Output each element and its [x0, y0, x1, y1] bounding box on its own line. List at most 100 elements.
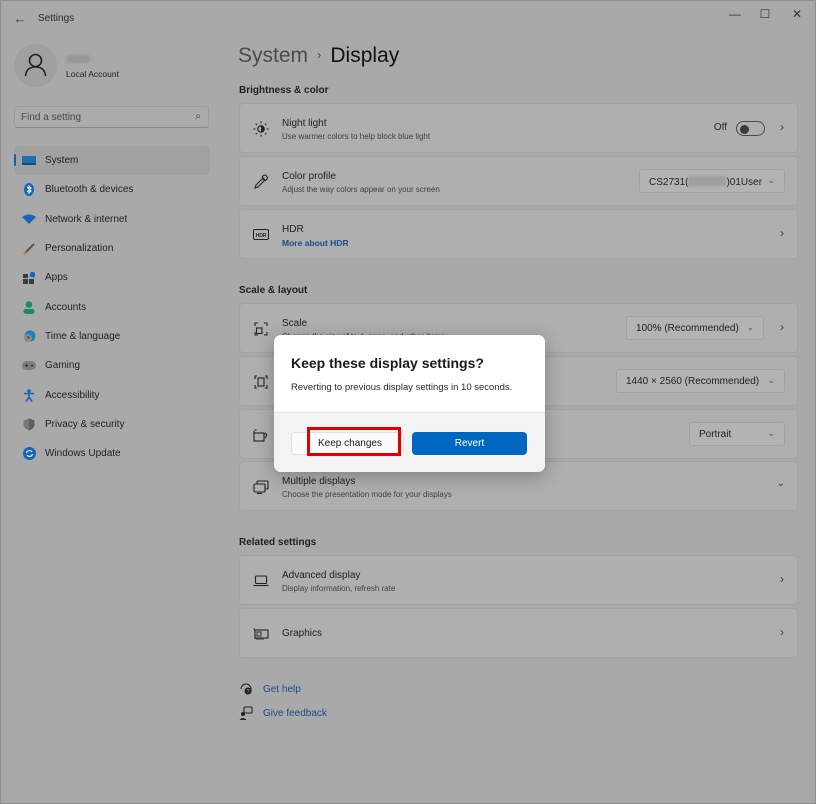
- close-button[interactable]: ✕: [782, 5, 812, 23]
- night-light-toggle[interactable]: [736, 121, 765, 136]
- hdr-card[interactable]: HDR HDR More about HDR ›: [239, 209, 798, 259]
- breadcrumb-separator: ›: [317, 47, 322, 62]
- color-profile-dropdown[interactable]: CS2731()01User ⌄: [639, 169, 785, 193]
- maximize-button[interactable]: ☐: [750, 5, 780, 23]
- clock-globe-icon: [22, 329, 36, 343]
- multiple-displays-title: Multiple displays: [282, 476, 356, 487]
- sidebar-item-network[interactable]: Network & internet: [14, 205, 210, 234]
- resolution-icon: [252, 373, 270, 391]
- sidebar-item-bluetooth[interactable]: Bluetooth & devices: [14, 175, 210, 204]
- sidebar-item-privacy-security[interactable]: Privacy & security: [14, 410, 210, 439]
- page-title: Display: [330, 44, 400, 67]
- sidebar-item-label: System: [45, 155, 79, 167]
- toggle-knob: [740, 124, 749, 134]
- dropdown-value: CS2731()01User: [649, 176, 763, 188]
- get-help-link[interactable]: ? Get help: [239, 682, 301, 696]
- sidebar-item-label: Gaming: [45, 360, 81, 372]
- accessibility-icon: [22, 388, 36, 402]
- feedback-icon: [239, 706, 253, 720]
- sidebar-item-time-language[interactable]: Time & language: [14, 322, 210, 351]
- sidebar-item-label: Accounts: [45, 301, 87, 313]
- more-about-hdr-link[interactable]: More about HDR: [282, 238, 349, 248]
- app-title: Settings: [38, 13, 75, 24]
- search-box[interactable]: ⌕: [14, 106, 209, 128]
- avatar[interactable]: [14, 44, 57, 87]
- chevron-down-icon[interactable]: ⌄: [777, 478, 785, 489]
- sidebar-item-label: Apps: [45, 272, 68, 284]
- multiple-displays-icon: [252, 478, 270, 496]
- chevron-right-icon[interactable]: ›: [780, 625, 784, 639]
- sidebar-item-label: Accessibility: [45, 389, 100, 401]
- search-input[interactable]: [21, 110, 181, 124]
- scale-title: Scale: [282, 318, 308, 329]
- help-icon: ?: [239, 682, 253, 696]
- shield-icon: [22, 417, 36, 431]
- orientation-icon: [252, 426, 270, 444]
- apps-icon: [22, 271, 36, 285]
- chevron-right-icon[interactable]: ›: [780, 320, 784, 334]
- scale-icon: [252, 320, 270, 338]
- chevron-down-icon: ⌄: [767, 175, 775, 185]
- sidebar-item-accounts[interactable]: Accounts: [14, 292, 210, 321]
- laptop-icon: [252, 572, 270, 590]
- sidebar-item-label: Privacy & security: [45, 418, 125, 430]
- sidebar-item-apps[interactable]: Apps: [14, 263, 210, 292]
- graphics-card[interactable]: Graphics ›: [239, 608, 798, 658]
- minimize-button[interactable]: —: [720, 5, 750, 23]
- sidebar-item-gaming[interactable]: Gaming: [14, 351, 210, 380]
- sidebar-item-label: Bluetooth & devices: [45, 184, 134, 196]
- search-icon[interactable]: ⌕: [195, 111, 201, 122]
- sidebar-item-label: Personalization: [45, 243, 114, 255]
- dialog-title: Keep these display settings?: [291, 355, 484, 371]
- get-help-label[interactable]: Get help: [263, 684, 301, 695]
- sidebar-item-accessibility[interactable]: Accessibility: [14, 380, 210, 409]
- person-icon: [22, 300, 36, 314]
- hdr-title: HDR: [282, 224, 304, 235]
- color-profile-subtitle: Adjust the way colors appear on your scr…: [282, 185, 440, 194]
- back-arrow-icon[interactable]: ←: [11, 10, 29, 28]
- night-light-card[interactable]: Night light Use warmer colors to help bl…: [239, 103, 798, 153]
- section-title-related: Related settings: [239, 537, 317, 548]
- hdr-icon: HDR: [252, 226, 270, 244]
- person-icon: [24, 53, 47, 77]
- resolution-dropdown[interactable]: 1440 × 2560 (Recommended) ⌄: [616, 369, 785, 393]
- chevron-right-icon[interactable]: ›: [780, 572, 784, 586]
- dialog-footer: Keep changes Revert: [274, 412, 545, 472]
- scale-dropdown[interactable]: 100% (Recommended) ⌄: [626, 316, 764, 340]
- advanced-display-title: Advanced display: [282, 570, 361, 581]
- chevron-down-icon: ⌄: [746, 322, 754, 332]
- night-light-title: Night light: [282, 118, 327, 129]
- svg-text:HDR: HDR: [256, 233, 267, 239]
- brush-icon: [22, 242, 36, 256]
- multiple-displays-subtitle: Choose the presentation mode for your di…: [282, 490, 452, 499]
- sidebar-item-label: Network & internet: [45, 213, 128, 225]
- system-icon: [22, 154, 36, 168]
- chevron-right-icon[interactable]: ›: [780, 120, 784, 134]
- wifi-icon: [22, 212, 36, 226]
- update-icon: [22, 447, 36, 461]
- give-feedback-label[interactable]: Give feedback: [263, 708, 327, 719]
- gamepad-icon: [22, 359, 36, 373]
- advanced-display-subtitle: Display information, refresh rate: [282, 584, 396, 593]
- give-feedback-link[interactable]: Give feedback: [239, 706, 327, 720]
- redacted-text: [688, 176, 727, 186]
- sidebar-item-system[interactable]: System: [14, 146, 210, 176]
- orientation-dropdown[interactable]: Portrait ⌄: [689, 422, 785, 446]
- dialog-message: Reverting to previous display settings i…: [291, 382, 513, 393]
- graphics-title: Graphics: [282, 628, 323, 639]
- breadcrumb: System › Display: [238, 44, 399, 68]
- dropdown-value: 100% (Recommended): [636, 323, 739, 334]
- sidebar-item-label: Time & language: [45, 330, 121, 342]
- account-name-redacted: [66, 55, 90, 63]
- sidebar-item-windows-update[interactable]: Windows Update: [14, 439, 210, 468]
- breadcrumb-parent[interactable]: System: [238, 44, 308, 67]
- advanced-display-card[interactable]: Advanced display Display information, re…: [239, 555, 798, 605]
- color-profile-title: Color profile: [282, 171, 336, 182]
- chevron-right-icon[interactable]: ›: [780, 226, 784, 240]
- svg-text:?: ?: [247, 689, 250, 695]
- keep-display-settings-dialog: Keep these display settings? Reverting t…: [274, 335, 545, 472]
- night-light-subtitle: Use warmer colors to help block blue lig…: [282, 132, 431, 141]
- sidebar-item-personalization[interactable]: Personalization: [14, 234, 210, 263]
- keep-changes-button[interactable]: Keep changes: [291, 432, 404, 455]
- revert-button[interactable]: Revert: [412, 432, 527, 455]
